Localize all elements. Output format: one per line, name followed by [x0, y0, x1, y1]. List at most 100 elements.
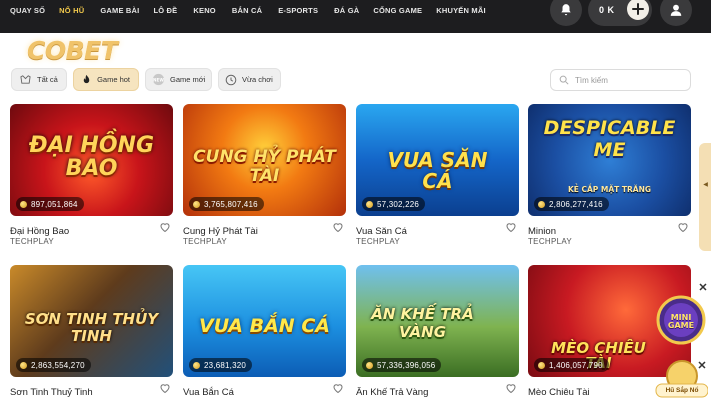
game-thumbnail[interactable]: SƠN TINH THỦY TINH 2,863,554,270	[10, 265, 173, 377]
flame-icon	[80, 73, 92, 87]
game-art-title: VUA SĂN CÁ	[387, 148, 488, 193]
game-card: VUA SĂN CÁ 57,302,226 Vua Săn Cá TECHPLA…	[356, 104, 519, 246]
game-name[interactable]: Ăn Khế Trả Vàng	[356, 387, 428, 398]
game-thumbnail[interactable]: ĂN KHẾ TRẢ VÀNG 57,336,396,056	[356, 265, 519, 377]
favorite-heart-icon[interactable]	[505, 382, 517, 394]
game-card: SƠN TINH THỦY TINH 2,863,554,270 Sơn Tin…	[10, 265, 173, 398]
game-card: CUNG HỶ PHÁT TÀI 3,765,807,416 Cung Hỷ P…	[183, 104, 346, 246]
jackpot-value: 3,765,807,416	[204, 199, 258, 209]
nav-item-cong-game[interactable]: CỔNG GAME	[373, 6, 422, 15]
notification-button[interactable]	[550, 0, 582, 26]
coin-icon	[193, 361, 200, 369]
bell-icon	[561, 4, 571, 16]
filter-all-label: Tất cả	[37, 75, 58, 84]
game-name[interactable]: Mèo Chiêu Tài	[528, 387, 590, 398]
game-art-title: SƠN TINH THỦY TINH	[24, 310, 159, 346]
jackpot-value: 57,336,396,056	[377, 360, 436, 370]
favorite-heart-icon[interactable]	[332, 382, 344, 394]
cobet-logo[interactable]: COBET	[27, 36, 118, 65]
jackpot-value: 57,302,226	[377, 199, 420, 209]
game-name[interactable]: Sơn Tinh Thuỷ Tinh	[10, 387, 93, 398]
game-art-title: ĂN KHẾ TRẢ VÀNG	[371, 305, 474, 341]
favorite-heart-icon[interactable]	[505, 221, 517, 233]
mini-game-widget[interactable]: MINI GAME Hũ Sắp Nổ	[648, 288, 709, 398]
top-navigation-bar: QUAY SỐ NỔ HŨ GAME BÀI LÔ ĐỀ KENO BẮN CÁ…	[0, 0, 711, 33]
nav-item-keno[interactable]: KENO	[193, 6, 215, 15]
coin-icon	[538, 200, 545, 208]
nav-item-da-ga[interactable]: ĐÁ GÀ	[334, 6, 359, 15]
filter-vua-choi[interactable]: Vừa chơi	[218, 68, 281, 91]
mini-game-badge-icon	[655, 295, 709, 398]
search-icon	[559, 75, 569, 85]
nav-item-no-hu[interactable]: NỔ HŨ	[59, 6, 84, 15]
game-art-title: CUNG HỶ PHÁT TÀI	[193, 147, 336, 186]
jackpot-counter: 3,765,807,416	[189, 197, 264, 211]
deposit-button[interactable]	[627, 0, 649, 20]
coin-icon	[538, 361, 545, 369]
new-badge-icon: NEW	[152, 73, 165, 87]
favorite-heart-icon[interactable]	[677, 221, 689, 233]
game-card: DESPICABLE ME KẺ CẮP MẶT TRĂNG 2,806,277…	[528, 104, 691, 246]
jackpot-value: 2,863,554,270	[31, 360, 85, 370]
coin-icon	[193, 200, 200, 208]
side-tab-arrow: ◀	[702, 181, 708, 188]
game-provider: TECHPLAY	[528, 237, 573, 246]
game-name[interactable]: Đại Hồng Bao	[10, 226, 69, 237]
game-name[interactable]: Cung Hỷ Phát Tài	[183, 226, 258, 237]
filter-game-hot-label: Game hot	[97, 75, 130, 84]
mini-game-title: MINI GAME	[667, 313, 695, 330]
filter-vua-choi-label: Vừa chơi	[242, 75, 273, 84]
favorite-heart-icon[interactable]	[159, 221, 171, 233]
game-art-title: DESPICABLE ME	[543, 117, 676, 161]
jackpot-counter: 2,806,277,416	[534, 197, 609, 211]
side-promo-tab[interactable]: ◀	[699, 143, 711, 251]
game-thumbnail[interactable]: VUA BẮN CÁ 23,681,320	[183, 265, 346, 377]
game-thumbnail[interactable]: VUA SĂN CÁ 57,302,226	[356, 104, 519, 216]
game-search-box[interactable]	[550, 69, 691, 91]
game-provider: TECHPLAY	[10, 237, 55, 246]
favorite-heart-icon[interactable]	[159, 382, 171, 394]
game-card: VUA BẮN CÁ 23,681,320 Vua Bắn Cá	[183, 265, 346, 398]
clock-icon	[225, 73, 237, 87]
nav-item-khuyen-mai[interactable]: KHUYẾN MÃI	[436, 6, 486, 15]
game-provider: TECHPLAY	[356, 237, 401, 246]
coin-icon	[20, 361, 27, 369]
user-account-button[interactable]	[660, 0, 692, 26]
coin-icon	[366, 200, 373, 208]
jackpot-value: 23,681,320	[204, 360, 247, 370]
grid-icon	[18, 73, 32, 87]
filter-game-hot[interactable]: Game hot	[73, 68, 139, 91]
game-name[interactable]: Vua Săn Cá	[356, 226, 407, 237]
filter-game-moi[interactable]: NEW Game mới	[145, 68, 212, 91]
game-thumbnail[interactable]: CUNG HỶ PHÁT TÀI 3,765,807,416	[183, 104, 346, 216]
game-art-title: VUA BẮN CÁ	[199, 315, 330, 337]
coin-icon	[366, 361, 373, 369]
game-thumbnail[interactable]: DESPICABLE ME KẺ CẮP MẶT TRĂNG 2,806,277…	[528, 104, 691, 216]
jackpot-counter: 1,406,057,790	[534, 358, 609, 372]
game-art-subtitle: KẺ CẮP MẶT TRĂNG	[567, 185, 652, 194]
user-icon	[670, 4, 682, 16]
filter-all[interactable]: Tất cả	[11, 68, 67, 91]
nav-item-game-bai[interactable]: GAME BÀI	[100, 6, 139, 15]
nav-item-lo-de[interactable]: LÔ ĐỀ	[153, 6, 177, 15]
jackpot-counter: 57,302,226	[362, 197, 426, 211]
jackpot-counter: 897,051,864	[16, 197, 84, 211]
search-input[interactable]	[575, 75, 675, 85]
jackpot-value: 1,406,057,790	[549, 360, 603, 370]
jackpot-value: 897,051,864	[31, 199, 78, 209]
game-provider: TECHPLAY	[183, 237, 228, 246]
nav-item-quay-so[interactable]: QUAY SỐ	[10, 6, 45, 15]
game-thumbnail[interactable]: ĐẠI HỒNG BAO 897,051,864	[10, 104, 173, 216]
favorite-heart-icon[interactable]	[332, 221, 344, 233]
nav-item-esports[interactable]: E-SPORTS	[278, 6, 318, 15]
game-filter-chips: Tất cả Game hot NEW Game mới Vừa chơi	[11, 68, 281, 92]
jackpot-value: 2,806,277,416	[549, 199, 603, 209]
nav-item-ban-ca[interactable]: BẮN CÁ	[232, 6, 262, 15]
jackpot-counter: 23,681,320	[189, 358, 253, 372]
game-name[interactable]: Minion	[528, 226, 556, 237]
balance-amount: 0 K	[599, 5, 615, 15]
game-card: ĂN KHẾ TRẢ VÀNG 57,336,396,056 Ăn Khế Tr…	[356, 265, 519, 398]
svg-text:NEW: NEW	[153, 77, 164, 82]
mini-game-label: Hũ Sắp Nổ	[665, 387, 699, 394]
game-name[interactable]: Vua Bắn Cá	[183, 387, 234, 398]
